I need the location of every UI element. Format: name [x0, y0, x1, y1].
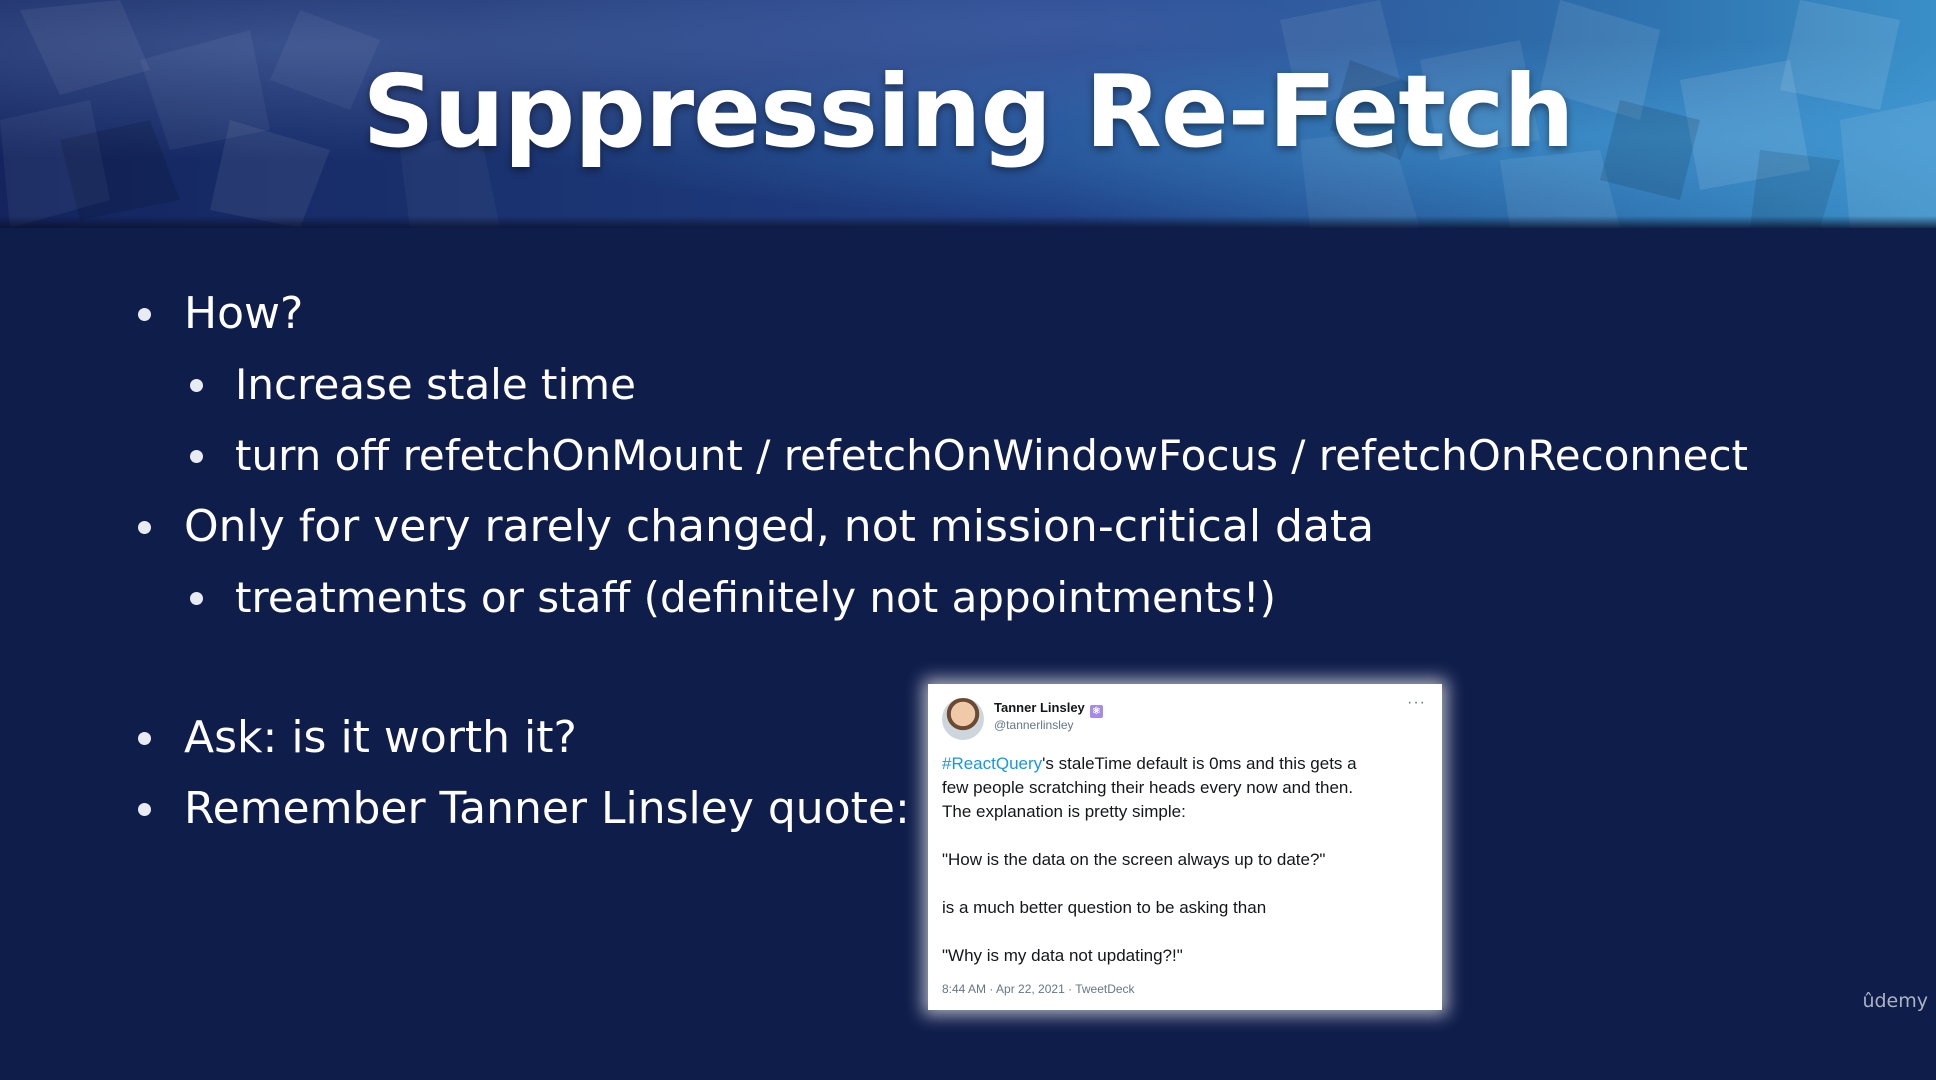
bullet-turn-off-refetch: turn off refetchOnMount / refetchOnWindo…: [190, 435, 1748, 477]
tweet-line: is a much better question to be asking t…: [942, 898, 1267, 917]
slide: Suppressing Re-Fetch How? Increase stale…: [0, 0, 1936, 1080]
udemy-watermark: ûdemy: [1862, 990, 1928, 1012]
react-badge-icon: ⚛: [1089, 705, 1103, 718]
bullet-dot: [190, 450, 203, 463]
tweet-body: #ReactQuery's staleTime default is 0ms a…: [942, 752, 1432, 968]
tweet-text: 's staleTime default is 0ms and this get…: [1042, 754, 1357, 773]
tweet-card: Tanner Linsley ⚛ @tannerlinsley ··· #Reac…: [928, 684, 1442, 1010]
bullet-dot: [138, 732, 151, 745]
tweet-meta: 8:44 AM · Apr 22, 2021 · TweetDeck: [942, 982, 1135, 996]
bullet-dot: [190, 379, 203, 392]
tweet-handle: @tannerlinsley: [994, 718, 1074, 732]
tweet-quote: "Why is my data not updating?!": [942, 946, 1183, 965]
bullet-how: How?: [138, 292, 303, 336]
bullet-dot: [138, 308, 151, 321]
bullet-treatments-or-staff: treatments or staff (definitely not appo…: [190, 577, 1276, 619]
hashtag-link[interactable]: #ReactQuery: [942, 754, 1042, 773]
bullet-remember-quote: Remember Tanner Linsley quote:: [138, 787, 910, 831]
bullet-only-rarely-changed: Only for very rarely changed, not missio…: [138, 505, 1374, 549]
bullet-ask-worth-it: Ask: is it worth it?: [138, 716, 577, 760]
avatar: [942, 698, 984, 740]
bullet-dot: [190, 592, 203, 605]
more-options-icon[interactable]: ···: [1407, 694, 1426, 712]
bullet-text: Only for very rarely changed, not missio…: [184, 501, 1375, 552]
bullet-text: Increase stale time: [235, 360, 636, 409]
bullet-text: treatments or staff (definitely not appo…: [235, 573, 1277, 622]
tweet-line: The explanation is pretty simple:: [942, 802, 1186, 821]
bullet-increase-stale-time: Increase stale time: [190, 364, 636, 406]
tweet-quote: "How is the data on the screen always up…: [942, 850, 1326, 869]
tweet-author: Tanner Linsley ⚛: [994, 700, 1103, 718]
bullet-dot: [138, 803, 151, 816]
bullet-text: How?: [184, 288, 304, 339]
bullet-text: turn off refetchOnMount / refetchOnWindo…: [235, 431, 1749, 480]
tweet-line: few people scratching their heads every …: [942, 778, 1354, 797]
bullet-dot: [138, 521, 151, 534]
tweet-line: #ReactQuery's staleTime default is 0ms a…: [942, 752, 1432, 776]
bullet-text: Ask: is it worth it?: [184, 712, 577, 763]
author-name: Tanner Linsley: [994, 700, 1085, 715]
bullet-text: Remember Tanner Linsley quote:: [184, 783, 910, 834]
